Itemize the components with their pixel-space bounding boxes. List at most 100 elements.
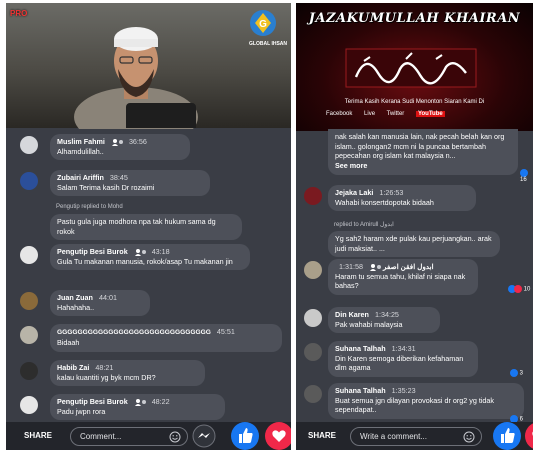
left-livestream-panel: PRO G GLOBAL IHSAN Muslim Fahmi 36:56 Al… [6, 3, 291, 450]
avatar[interactable] [20, 246, 38, 264]
comment-text: Bidaah [57, 337, 80, 347]
comment-bubble: Habib Zai 48:21 kalau kuantiti yg byk mc… [50, 360, 205, 387]
commenter-name[interactable]: ابدول افقن اصفر [383, 262, 434, 271]
comment-text: Din Karen semoga diberikan kefahaman dlm… [335, 353, 464, 373]
avatar[interactable] [20, 292, 38, 310]
comment-text: Wahabi konsertdopotak bidaah [335, 197, 434, 207]
comment-bubble: Zubairi Ariffin 38:45 Salam Terima kasih… [50, 170, 210, 197]
comment-text: Pastu gula juga modhora npa tak hukum sa… [57, 217, 216, 236]
comment-input[interactable]: Comment... [70, 427, 188, 446]
reaction-count[interactable]: 3 [510, 369, 523, 377]
comment-bubble: Suhana Talhah 1:34:31 Din Karen semoga d… [328, 341, 478, 378]
comment-bubble: Juan Zuan 44:01 Hahahaha.. [50, 290, 150, 317]
love-reaction-button[interactable] [524, 421, 533, 450]
top-fan-badge-icon [369, 264, 381, 272]
video-player[interactable]: PRO G GLOBAL IHSAN [6, 3, 291, 129]
avatar[interactable] [304, 385, 322, 403]
comment-time: 44:01 [98, 293, 117, 302]
commenter-name[interactable]: Zubairi Ariffin [57, 173, 104, 182]
avatar[interactable] [20, 396, 38, 414]
top-fan-badge-icon [111, 139, 123, 147]
video-subtitle: Terima Kasih Kerana Sudi Menonton Siaran… [344, 99, 485, 105]
comment-bubble: Din Karen 1:34:25 Pak wahabi malaysia [328, 307, 440, 334]
platform-logo: Live [364, 111, 376, 117]
comment-bubble: Yg sah2 haram xde pulak kau perjuangkan.… [328, 231, 500, 258]
bottom-action-bar: SHARE Comment... [6, 422, 291, 450]
share-button[interactable]: SHARE [308, 431, 336, 440]
commenter-name[interactable]: Habib Zai [57, 363, 89, 372]
commenter-name[interactable]: GGGGGGGGGGGGGGGGGGGGGGGGGGGGGG [57, 329, 211, 336]
comment-bubble: Pengutip Besi Burok 43:18 Gula Tu makana… [50, 244, 250, 271]
comment-bubble: Jejaka Laki 1:26:53 Wahabi konsertdopota… [328, 185, 476, 212]
commenter-name[interactable]: Pengutip Besi Burok [57, 397, 128, 406]
share-button[interactable]: SHARE [24, 431, 52, 440]
comment-bubble: ابدول افقن اصفر 1:31:58 Haram tu semua t… [328, 259, 478, 296]
commenter-name[interactable]: Suhana Talhah [335, 386, 386, 395]
comment-text: Gula Tu makanan manusia, rokok/asap Tu m… [57, 256, 233, 266]
comment-text: Salam Terima kasih Dr rozaimi [57, 182, 155, 192]
reply-note[interactable]: replied to Amirull ابدول [334, 221, 394, 228]
comment-bubble: nak salah kan manusia lain, nak pecah be… [328, 129, 518, 175]
bottom-action-bar: SHARE Write a comment... [296, 422, 533, 450]
top-fan-badge-icon [134, 249, 146, 257]
comment-time: 1:35:23 [391, 386, 416, 395]
svg-text:G: G [259, 19, 267, 30]
comment-bubble: Pengutip Besi Burok 48:22 Padu jwpn rora [50, 394, 225, 421]
platform-logos: Facebook Live Twitter YouTube [326, 111, 455, 117]
video-title: JAZAKUMULLAH KHAIRAN [308, 11, 521, 26]
comment-bubble: Muslim Fahmi 36:56 Alhamdulillah.. [50, 134, 190, 161]
commenter-name[interactable]: Jejaka Laki [335, 188, 373, 197]
avatar[interactable] [304, 261, 322, 279]
platform-logo: Facebook [326, 111, 353, 117]
avatar[interactable] [20, 172, 38, 190]
comment-time: 1:26:53 [379, 188, 404, 197]
comment-bubble: Suhana Talhah 1:35:23 Buat semua jgn dil… [328, 383, 524, 420]
like-icon [510, 369, 518, 377]
youtube-logo: YouTube [415, 111, 445, 117]
emoji-icon[interactable] [169, 431, 181, 443]
comment-text: nak salah kan manusia lain, nak pecah be… [335, 132, 505, 161]
avatar[interactable] [20, 136, 38, 154]
like-reaction-button[interactable] [492, 421, 522, 450]
channel-logo: PRO [10, 9, 28, 18]
comment-input[interactable]: Write a comment... [350, 427, 482, 446]
reply-note[interactable]: Pengutip replied to Mohd [56, 204, 123, 210]
commenter-name[interactable]: Pengutip Besi Burok [57, 247, 128, 256]
see-more-link[interactable]: See more [335, 161, 367, 170]
commenter-name[interactable]: Muslim Fahmi [57, 137, 105, 146]
comment-text: Alhamdulillah.. [57, 146, 104, 156]
logo-caption: GLOBAL IHSAN [249, 41, 287, 47]
avatar[interactable] [304, 187, 322, 205]
commenter-name[interactable]: Juan Zuan [57, 293, 93, 302]
reaction-number: 16 [520, 177, 527, 183]
comment-text: Padu jwpn rora [57, 406, 106, 416]
commenter-name[interactable]: Din Karen [335, 310, 369, 319]
avatar[interactable] [20, 362, 38, 380]
love-icon [514, 285, 522, 293]
right-livestream-panel: JAZAKUMULLAH KHAIRAN Terima Kasih Kerana… [296, 3, 533, 450]
avatar[interactable] [20, 326, 38, 344]
comment-time: 36:56 [128, 137, 147, 146]
avatar[interactable] [304, 343, 322, 361]
comment-placeholder: Comment... [80, 432, 122, 441]
reaction-number: 3 [519, 370, 524, 377]
comment-text: Hahahaha.. [57, 302, 95, 312]
comment-bubble: GGGGGGGGGGGGGGGGGGGGGGGGGGGGGG 45:51 Bid… [50, 324, 282, 352]
podium [126, 103, 196, 128]
reaction-count[interactable]: 10 [508, 285, 530, 293]
comment-time: 45:51 [216, 327, 235, 336]
arabic-calligraphy-image [345, 48, 477, 88]
comment-time: 43:18 [151, 247, 170, 256]
video-player[interactable]: JAZAKUMULLAH KHAIRAN Terima Kasih Kerana… [296, 3, 533, 131]
reaction-count[interactable]: 16 [520, 169, 533, 183]
messenger-icon[interactable] [192, 424, 216, 448]
emoji-icon[interactable] [463, 431, 475, 443]
like-icon [520, 169, 528, 177]
commenter-name[interactable]: Suhana Talhah [335, 344, 386, 353]
avatar[interactable] [304, 309, 322, 327]
comment-time: 1:34:25 [374, 310, 399, 319]
like-reaction-button[interactable] [230, 421, 260, 450]
love-reaction-button[interactable] [264, 421, 291, 450]
comment-time: 48:22 [151, 397, 170, 406]
comment-text: kalau kuantiti yg byk mcm DR? [57, 372, 156, 382]
